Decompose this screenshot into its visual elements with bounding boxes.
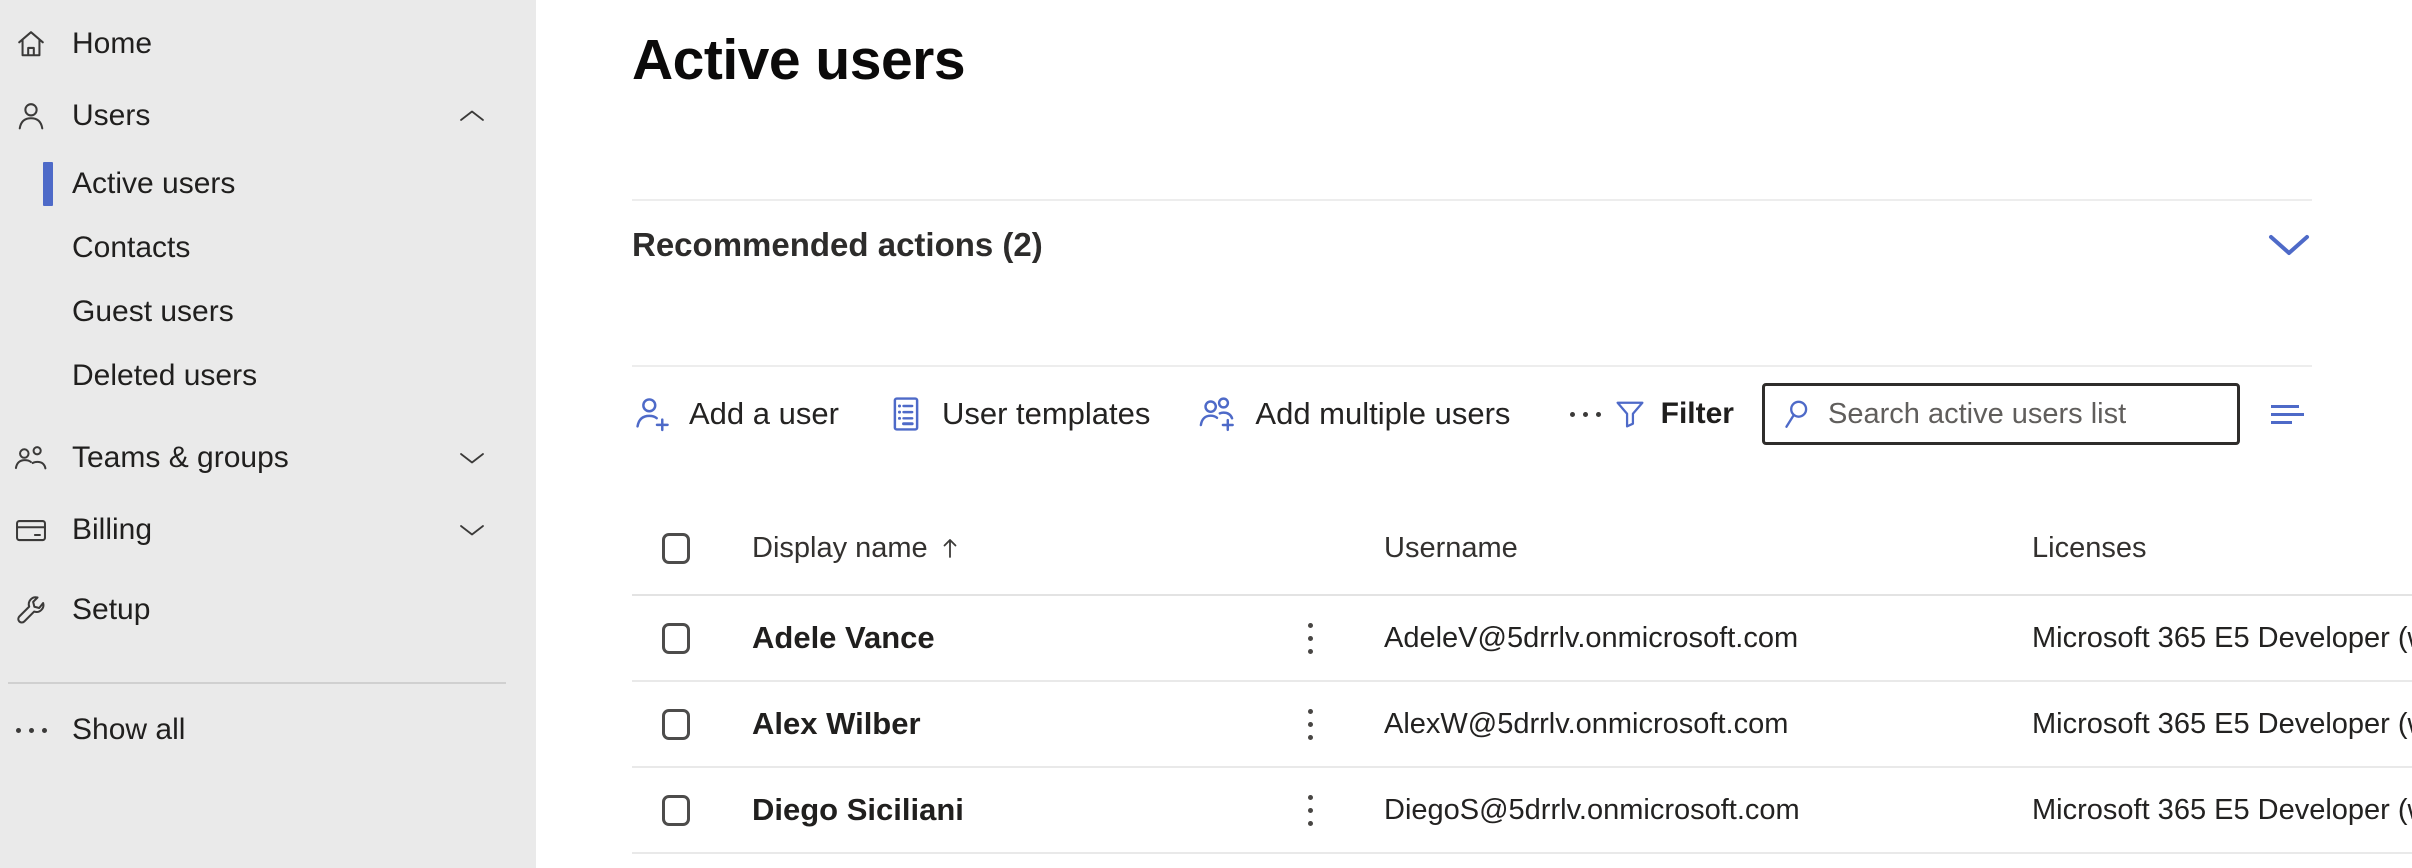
chevron-down-icon[interactable] (456, 449, 488, 467)
row-more-actions-button[interactable] (1302, 789, 1319, 832)
more-actions-button[interactable] (1560, 402, 1611, 427)
row-checkbox[interactable] (662, 623, 690, 654)
sidebar-item-billing[interactable]: Billing (0, 494, 536, 566)
table-header-row: Display name Username Licenses (632, 502, 2412, 596)
teams-groups-icon (12, 439, 50, 477)
toolbar-button-label: Add multiple users (1255, 396, 1510, 432)
sidebar-item-show-all[interactable]: Show all (0, 694, 536, 766)
row-checkbox[interactable] (662, 795, 690, 826)
sidebar: Home Users Active users Contacts Guest users… (0, 0, 536, 868)
sidebar-item-home[interactable]: Home (0, 8, 536, 80)
column-header-licenses[interactable]: Licenses (2032, 532, 2412, 565)
billing-icon (12, 511, 50, 549)
toolbar-button-label: Add a user (689, 396, 839, 432)
chevron-up-icon[interactable] (456, 107, 488, 125)
filter-icon (1612, 396, 1648, 432)
filter-button[interactable]: Filter (1612, 396, 1734, 432)
table-row[interactable]: Diego Siciliani DiegoS@5drrlv.onmicrosof… (632, 768, 2412, 854)
user-templates-button[interactable]: User templates (885, 393, 1150, 435)
users-table: Display name Username Licenses Adele Van… (632, 502, 2412, 854)
toolbar-right-group: Filter (1612, 383, 2312, 445)
sidebar-item-label: Deleted users (72, 359, 257, 393)
show-all-icon (12, 711, 50, 749)
row-more-actions-button[interactable] (1302, 617, 1319, 660)
display-name-link[interactable]: Adele Vance (752, 620, 935, 656)
search-icon (1779, 397, 1813, 431)
add-a-user-button[interactable]: Add a user (632, 393, 839, 435)
setup-icon (12, 591, 50, 629)
column-header-username[interactable]: Username (1384, 532, 1944, 565)
sidebar-item-label: Guest users (72, 295, 234, 329)
page-title: Active users (536, 0, 2412, 94)
home-icon (12, 25, 50, 63)
toolbar-button-label: User templates (942, 396, 1150, 432)
licenses-cell: Microsoft 365 E5 Developer (withou (2032, 794, 2412, 827)
sidebar-item-users[interactable]: Users (0, 80, 536, 152)
table-row[interactable]: Alex Wilber AlexW@5drrlv.onmicrosoft.com… (632, 682, 2412, 768)
ellipsis-icon (1570, 412, 1601, 417)
search-input[interactable] (1828, 398, 2223, 431)
sidebar-item-label: Contacts (72, 231, 190, 265)
sidebar-item-deleted-users[interactable]: Deleted users (0, 344, 536, 408)
recommended-actions-section[interactable]: Recommended actions (2) (632, 201, 2312, 365)
add-user-icon (632, 393, 674, 435)
table-row[interactable]: Adele Vance AdeleV@5drrlv.onmicrosoft.co… (632, 596, 2412, 682)
row-more-actions-button[interactable] (1302, 703, 1319, 746)
sort-list-button[interactable] (2266, 396, 2312, 432)
sidebar-divider (8, 682, 506, 684)
user-templates-icon (885, 393, 927, 435)
filter-label: Filter (1661, 397, 1734, 431)
users-icon (12, 97, 50, 135)
search-box (1762, 383, 2240, 445)
sidebar-item-active-users[interactable]: Active users (0, 152, 536, 216)
column-header-display-name[interactable]: Display name (752, 532, 928, 565)
add-multiple-users-button[interactable]: Add multiple users (1196, 393, 1510, 435)
display-name-link[interactable]: Diego Siciliani (752, 792, 964, 828)
licenses-cell: Microsoft 365 E5 Developer (withou (2032, 622, 2412, 655)
sidebar-item-guest-users[interactable]: Guest users (0, 280, 536, 344)
row-checkbox[interactable] (662, 709, 690, 740)
m365-admin-active-users-page: Home Users Active users Contacts Guest users… (0, 0, 2412, 868)
username-cell: AdeleV@5drrlv.onmicrosoft.com (1384, 622, 1944, 655)
sidebar-item-teams-groups[interactable]: Teams & groups (0, 422, 536, 494)
licenses-cell: Microsoft 365 E5 Developer (withou (2032, 708, 2412, 741)
sidebar-item-label: Active users (72, 167, 235, 201)
username-cell: DiegoS@5drrlv.onmicrosoft.com (1384, 794, 1944, 827)
sidebar-item-label: Home (72, 27, 152, 61)
display-name-link[interactable]: Alex Wilber (752, 706, 921, 742)
recommended-actions-heading: Recommended actions (2) (632, 223, 1043, 267)
sort-ascending-icon (940, 535, 960, 561)
main-content: Active users Recommended actions (2) Add… (536, 0, 2412, 868)
sidebar-item-label: Billing (72, 513, 152, 547)
sort-lines-icon (2266, 396, 2312, 432)
chevron-down-icon[interactable] (2266, 232, 2312, 258)
sidebar-item-setup[interactable]: Setup (0, 574, 536, 646)
sidebar-item-contacts[interactable]: Contacts (0, 216, 536, 280)
sidebar-item-label: Setup (72, 593, 150, 627)
add-multiple-users-icon (1196, 393, 1240, 435)
toolbar: Add a user User templates Add multiple use… (536, 367, 2412, 447)
sidebar-item-label: Show all (72, 713, 185, 747)
username-cell: AlexW@5drrlv.onmicrosoft.com (1384, 708, 1944, 741)
sidebar-item-label: Teams & groups (72, 441, 289, 475)
select-all-checkbox[interactable] (662, 533, 690, 564)
sidebar-item-label: Users (72, 99, 150, 133)
chevron-down-icon[interactable] (456, 521, 488, 539)
selected-indicator (43, 162, 53, 206)
